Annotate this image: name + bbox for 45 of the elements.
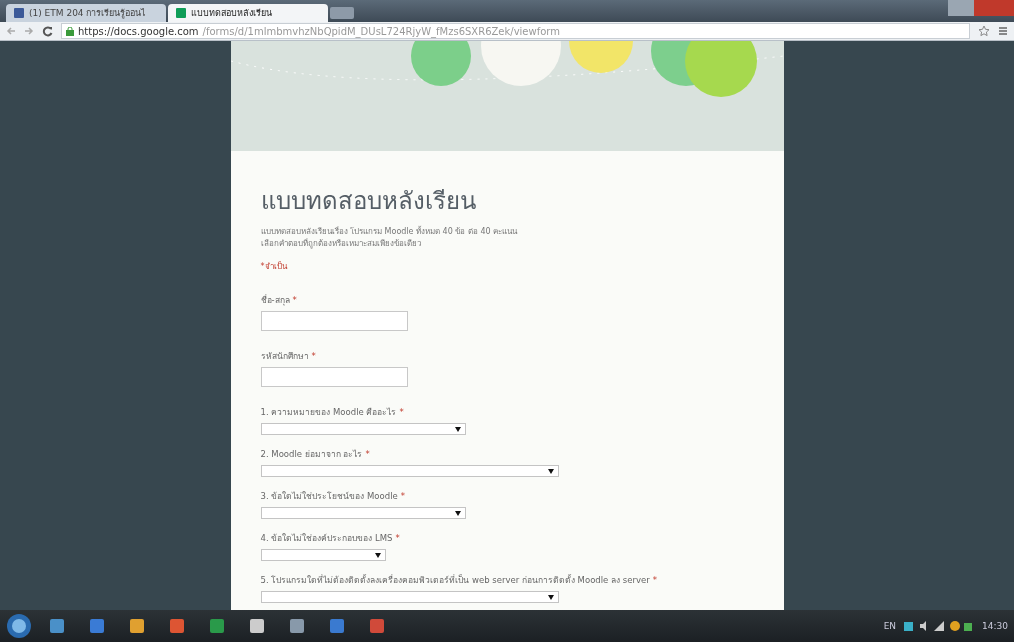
caret-icon <box>547 468 554 474</box>
question-label: 3. ข้อใดไม่ใช่ประโยชน์ของ Moodle <box>260 490 398 503</box>
tray-icons-drawing <box>904 620 975 632</box>
required-asterisk: * <box>365 449 370 459</box>
form-description: เลือกคำตอบที่ถูกต้องหรือเหมาะสมเพียงข้อเดียว <box>260 238 422 250</box>
caret-icon <box>547 594 554 600</box>
dropdown-select[interactable] <box>260 549 386 561</box>
question-label: รหัสนักศึกษา <box>260 350 309 363</box>
form-title: แบบทดสอบหลังเรียน <box>260 186 477 217</box>
caret-icon <box>454 510 461 516</box>
required-asterisk: * <box>292 295 297 305</box>
form-description: แบบทดสอบหลังเรียนเรื่อง โปรแกรม Moodle ทั้งหมด 40 ข้อ ต่อ 40 คะแนน <box>260 226 519 238</box>
back-icon[interactable] <box>6 26 16 36</box>
reload-icon[interactable] <box>42 25 53 37</box>
required-asterisk: * <box>311 351 316 361</box>
dropdown-select[interactable] <box>260 591 559 603</box>
address-field[interactable]: https://docs.google.com /forms/d/1mlmbmvhzNbQpidM_DUsL724RjyW_fMzs6SXR6Zek/viewform <box>61 23 970 39</box>
forward-icon[interactable] <box>24 26 34 36</box>
caret-icon <box>374 552 381 558</box>
clock-time[interactable]: 14:30 <box>982 621 1008 631</box>
language-indicator[interactable]: EN <box>883 621 897 631</box>
required-note: *จำเป็น <box>260 260 288 273</box>
lock-icon <box>66 26 74 36</box>
question-label: 1. ความหมายของ Moodle คืออะไร <box>260 406 397 419</box>
dropdown-select[interactable] <box>260 423 466 435</box>
form-icon <box>176 8 186 18</box>
required-asterisk: * <box>652 575 657 585</box>
question-label: 4. ข้อใดไม่ใช่องค์ประกอบของ LMS <box>260 532 393 545</box>
question-label: 2. Moodle ย่อมาจาก อะไร <box>260 448 363 461</box>
dropdown-select[interactable] <box>260 507 466 519</box>
start-orb-icon[interactable] <box>6 613 32 639</box>
browser-tab[interactable]: (1) ETM 204 การเรียนรู้ออนไ <box>6 4 166 22</box>
text-input-field[interactable] <box>260 311 408 331</box>
star-icon[interactable] <box>978 25 990 37</box>
question-label: ชื่อ-สกุล <box>260 293 290 307</box>
required-asterisk: * <box>395 533 400 543</box>
question-label: 5. โปรแกรมใดที่ไม่ต้องติดตั้งลงเครื่องคอมพิวเตอร์ที่เป็น web server ก่อนการติดตั้ง Moodle ลง server <box>260 573 650 587</box>
page-icon <box>14 8 24 18</box>
required-asterisk: * <box>400 491 405 501</box>
dropdown-select[interactable] <box>260 465 559 477</box>
required-asterisk: * <box>399 407 404 417</box>
text-input-field[interactable] <box>260 367 408 387</box>
menu-icon[interactable] <box>998 26 1008 36</box>
browser-tab[interactable]: แบบทดสอบหลังเรียน <box>168 4 328 22</box>
caret-icon <box>454 426 461 432</box>
